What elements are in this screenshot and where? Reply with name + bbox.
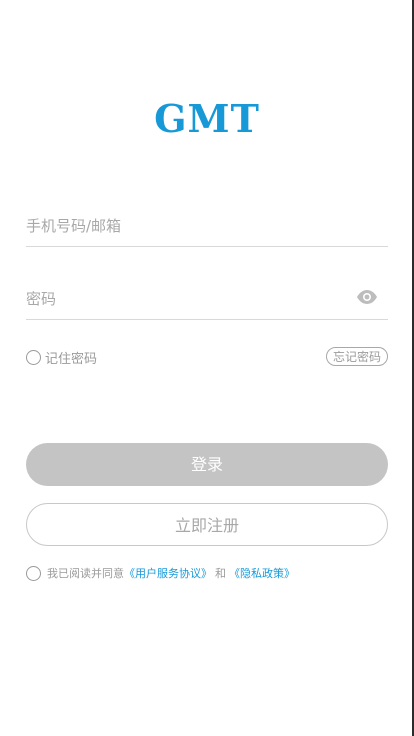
eye-icon[interactable]	[356, 289, 378, 305]
app-logo: GMT	[154, 96, 260, 141]
terms-link[interactable]: 《用户服务协议》	[124, 565, 212, 581]
agreement-radio[interactable]	[26, 565, 41, 581]
remember-password-toggle[interactable]: 记住密码	[26, 348, 98, 367]
agreement-conjunction: 和	[215, 567, 226, 580]
register-button[interactable]: 立即注册	[26, 503, 388, 546]
forgot-password-button[interactable]: 忘记密码	[325, 347, 388, 366]
agreement-row: 我已阅读并同意 《用户服务协议》 和 《隐私政策》	[26, 564, 295, 582]
remember-radio[interactable]	[26, 349, 41, 365]
password-input[interactable]	[26, 283, 346, 315]
login-button[interactable]: 登录	[26, 443, 388, 486]
account-input[interactable]	[26, 210, 346, 242]
remember-label: 记住密码	[45, 351, 98, 367]
privacy-link[interactable]: 《隐私政策》	[229, 565, 295, 581]
account-field	[26, 206, 388, 247]
agreement-prefix: 我已阅读并同意	[47, 567, 124, 580]
password-field	[26, 279, 388, 320]
